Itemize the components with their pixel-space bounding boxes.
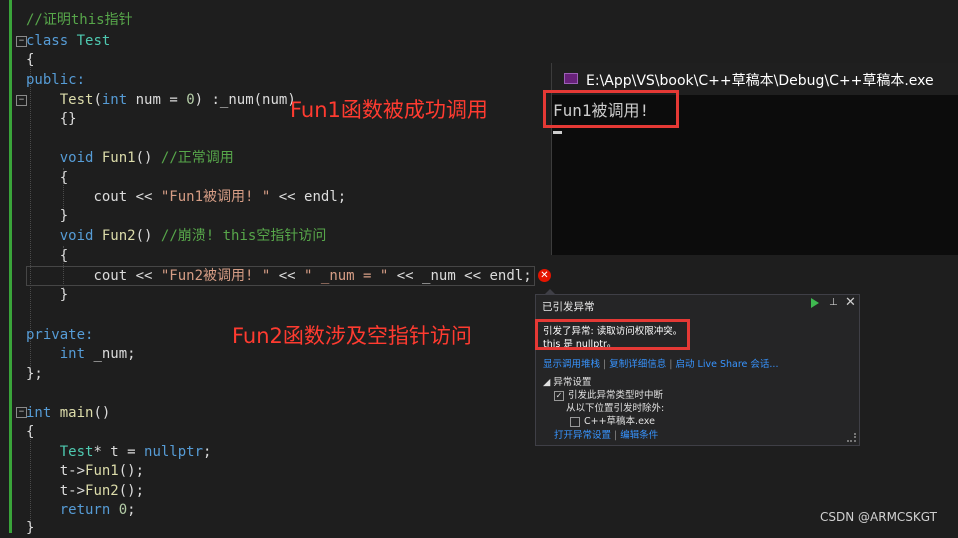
annotation-fun1: Fun1函数被成功调用 xyxy=(290,98,488,122)
change-indicator-bar xyxy=(9,0,12,533)
except-when-thrown-label: 从以下位置引发时除外: xyxy=(566,403,665,414)
code-line: { xyxy=(26,52,35,68)
break-on-exception-option[interactable]: ✓ 引发此异常类型时中断 xyxy=(554,387,663,401)
code-line-current: cout << "Fun2被调用! " << " _num = " << _nu… xyxy=(93,268,532,284)
code-line: void Fun1() //正常调用 xyxy=(59,150,234,166)
code-line: { xyxy=(59,170,69,186)
code-line: } xyxy=(59,287,69,303)
code-line: {} xyxy=(59,111,77,127)
code-line: Test(int num = 0) :_num(num) xyxy=(59,92,296,108)
checkbox-unchecked-icon[interactable] xyxy=(570,416,580,427)
exception-settings-header[interactable]: ◢ 异常设置 xyxy=(543,374,591,388)
highlight-box-exception xyxy=(535,319,690,350)
console-app-icon xyxy=(564,73,578,84)
open-exception-settings-link[interactable]: 打开异常设置 xyxy=(554,430,611,441)
code-line: int _num; xyxy=(59,346,136,362)
exception-links: 显示调用堆栈 | 复制详细信息 | 启动 Live Share 会话... xyxy=(543,359,779,370)
close-icon[interactable]: ✕ xyxy=(845,295,856,310)
checkbox-checked-icon[interactable]: ✓ xyxy=(554,390,564,401)
exception-title: 已引发异常 xyxy=(542,301,595,313)
copy-details-link[interactable]: 复制详细信息 xyxy=(609,359,666,370)
show-call-stack-link[interactable]: 显示调用堆栈 xyxy=(543,359,600,370)
code-line: int main() xyxy=(26,405,111,421)
code-line: } xyxy=(26,520,35,536)
exception-popup[interactable]: 已引发异常 ⊥ ✕ 引发了异常: 读取访问权限冲突。 this 是 nullpt… xyxy=(535,294,860,446)
code-line: public: xyxy=(26,72,86,88)
code-line: return 0; xyxy=(59,502,136,518)
error-x-icon[interactable]: ✕ xyxy=(538,269,551,282)
console-cursor xyxy=(553,131,562,134)
code-line: { xyxy=(59,248,69,264)
code-line: { xyxy=(26,424,35,440)
code-line: class Test xyxy=(26,33,111,49)
code-line: }; xyxy=(26,366,43,382)
code-line: Test* t = nullptr; xyxy=(59,444,212,460)
code-line: t->Fun1(); xyxy=(59,463,145,479)
live-share-link[interactable]: 启动 Live Share 会话... xyxy=(676,359,779,370)
highlight-box-output xyxy=(543,90,679,128)
watermark: CSDN @ARMCSKGT xyxy=(820,510,937,524)
code-line: void Fun2() //崩溃! this空指针访问 xyxy=(59,228,327,244)
continue-icon[interactable] xyxy=(811,298,819,308)
code-line: cout << "Fun1被调用! " << endl; xyxy=(93,189,347,205)
collapse-triangle-icon: ◢ xyxy=(543,377,554,388)
code-line: } xyxy=(59,208,69,224)
exclude-module-option[interactable]: C++草稿本.exe xyxy=(570,413,655,427)
pin-icon[interactable]: ⊥ xyxy=(829,297,838,308)
edit-conditions-link[interactable]: 编辑条件 xyxy=(620,430,658,441)
code-line: //证明this指针 xyxy=(26,12,133,28)
resize-grip-icon[interactable] xyxy=(847,433,856,442)
code-line: t->Fun2(); xyxy=(59,483,145,499)
code-line: private: xyxy=(26,327,94,343)
console-title: E:\App\VS\book\C++草稿本\Debug\C++草稿本.exe xyxy=(586,73,934,89)
annotation-fun2: Fun2函数涉及空指针访问 xyxy=(232,324,472,348)
exception-footer-links: 打开异常设置 | 编辑条件 xyxy=(554,430,659,441)
